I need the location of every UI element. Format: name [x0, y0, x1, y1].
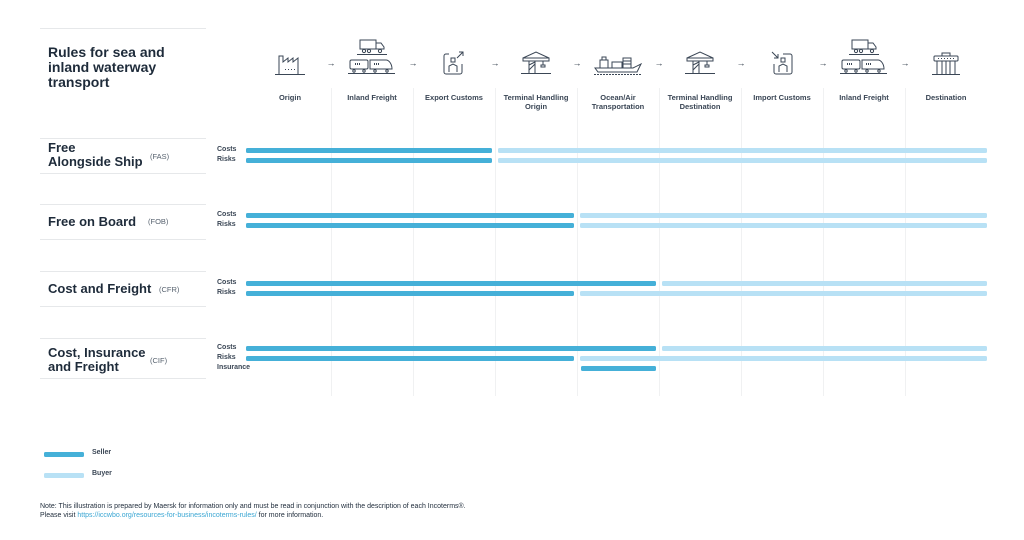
bar-label: Risks [217, 289, 236, 296]
bar-label: Costs [217, 344, 237, 351]
term-code: (CIF) [150, 356, 168, 365]
term-name-line: Cost and Freight [48, 281, 152, 296]
term-name: Cost and Freight [48, 282, 151, 296]
page-title: Rules for sea and inland waterway transp… [48, 44, 165, 90]
truck-train-icon [331, 36, 413, 76]
legend-label-seller: Seller [92, 449, 112, 456]
row-bottom-rule [40, 239, 206, 240]
buyer-bar [662, 346, 987, 351]
bar-label: Risks [217, 156, 236, 163]
buyer-bar [580, 291, 987, 296]
term-code: (FAS) [150, 152, 170, 161]
bar-label: Costs [217, 211, 237, 218]
buyer-bar [580, 223, 987, 228]
term-name-line: Cost, Insurance [48, 345, 146, 360]
seller-bar [246, 356, 574, 361]
stage-label: Export Customs [425, 93, 483, 102]
seller-bar [246, 223, 574, 228]
seller-bar [246, 148, 492, 153]
truck-train-icon [823, 36, 905, 76]
import-customs-icon [741, 36, 823, 76]
bar-label: Costs [217, 146, 237, 153]
note-line-1: Note: This illustration is prepared by M… [40, 503, 466, 510]
incoterms-link[interactable]: https://iccwbo.org/resources-for-busines… [77, 512, 256, 519]
seller-bar [581, 366, 656, 371]
row-top-rule [40, 271, 206, 272]
seller-bar [246, 346, 656, 351]
stage-label: Terminal Handling Destination [667, 93, 733, 111]
stage-label: Destination [925, 93, 967, 102]
bar-label: Insurance [217, 364, 251, 371]
buyer-bar [498, 158, 987, 163]
column-divider [659, 88, 660, 396]
term-name-line: Free [48, 140, 76, 155]
row-bottom-rule [40, 306, 206, 307]
buyer-bar [580, 213, 987, 218]
term-name-line: Free on Board [48, 214, 137, 229]
buyer-bar [662, 281, 987, 286]
term-name: Free Alongside Ship [48, 141, 143, 169]
row-bottom-rule [40, 378, 206, 379]
bar-label: Risks [217, 221, 236, 228]
stage-label: Inland Freight [839, 93, 889, 102]
row-top-rule [40, 204, 206, 205]
stage-label: Import Customs [753, 93, 811, 102]
bar-label: Costs [217, 279, 237, 286]
note-prefix: Please visit [40, 512, 78, 519]
disclaimer-note: Note: This illustration is prepared by M… [40, 502, 466, 520]
seller-bar [246, 281, 656, 286]
factory-icon [249, 36, 331, 76]
stage-label: Terminal Handling Origin [503, 93, 569, 111]
export-customs-icon [413, 36, 495, 76]
seller-bar [246, 213, 574, 218]
bar-label: Risks [217, 354, 236, 361]
term-name: Cost, Insurance and Freight [48, 346, 146, 374]
term-name: Free on Board [48, 215, 136, 229]
buyer-bar [498, 148, 987, 153]
buyer-bar [580, 356, 987, 361]
row-bottom-rule [40, 173, 206, 174]
term-code: (CFR) [159, 285, 180, 294]
stage-label: Ocean/Air Transportation [591, 93, 645, 111]
terminal-crane-icon [495, 36, 577, 76]
seller-bar [246, 158, 492, 163]
seller-bar [246, 291, 574, 296]
note-line-2: Please visit https://iccwbo.org/resource… [40, 511, 466, 520]
ship-icon [577, 36, 659, 76]
terminal-crane-icon [659, 36, 741, 76]
legend-swatch-seller [44, 452, 84, 457]
legend-label-buyer: Buyer [92, 470, 112, 477]
term-name-line: Alongside Ship [48, 154, 143, 169]
row-top-rule [40, 138, 206, 139]
title-top-rule [40, 28, 206, 29]
term-code: (FOB) [148, 217, 169, 226]
note-suffix: for more information. [256, 512, 324, 519]
stage-label: Origin [278, 93, 302, 102]
term-name-line: and Freight [48, 359, 119, 374]
row-top-rule [40, 338, 206, 339]
stage-label: Inland Freight [347, 93, 397, 102]
warehouse-icon [905, 36, 987, 76]
legend-swatch-buyer [44, 473, 84, 478]
